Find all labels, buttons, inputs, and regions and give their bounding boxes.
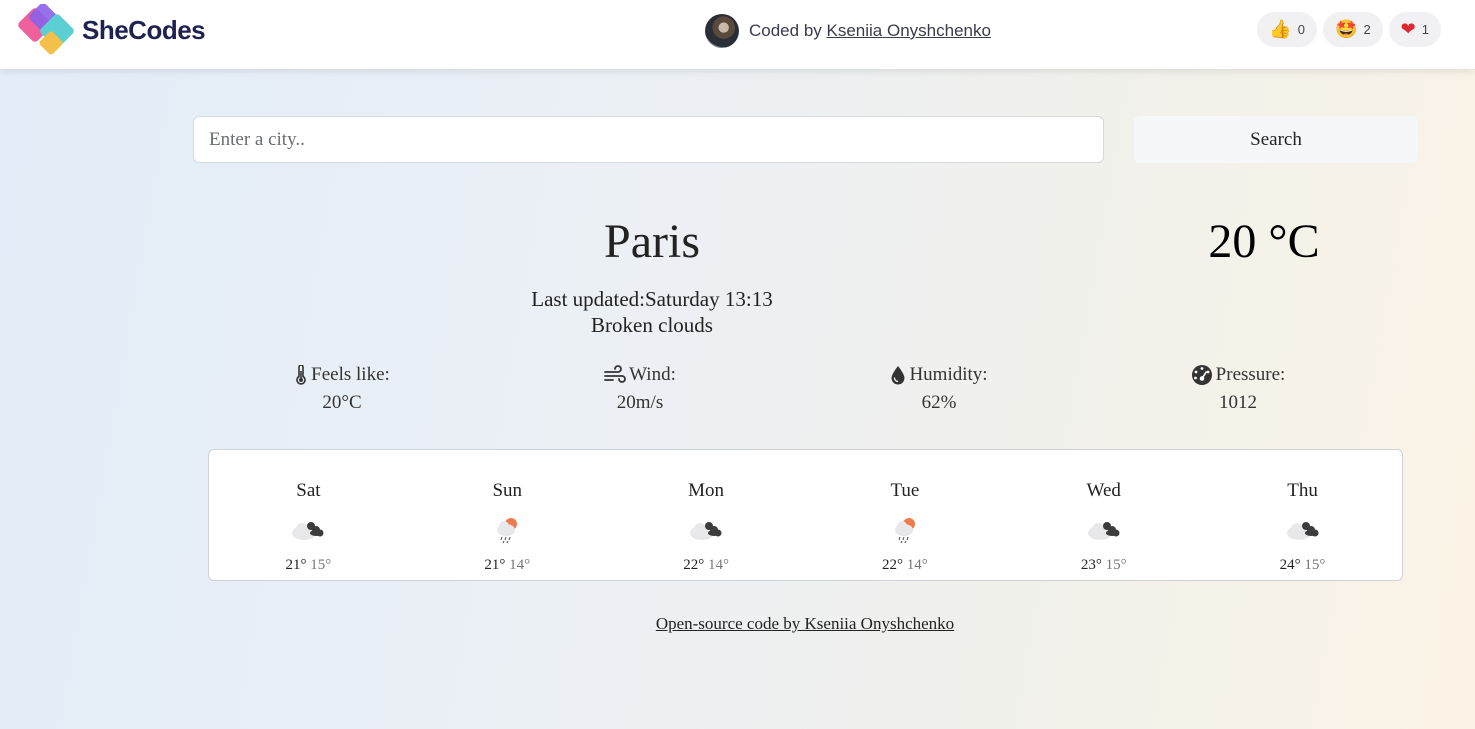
- stat-value: 62%: [921, 392, 957, 413]
- forecast-temps: 22° 14°: [805, 557, 1004, 574]
- forecast-min: 14°: [906, 557, 928, 573]
- forecast-temps: 23° 15°: [1004, 557, 1203, 574]
- rain-sun-icon: [497, 518, 518, 544]
- forecast-temps: 24° 15°: [1203, 557, 1402, 574]
- forecast-day: Sun 21° 14°: [408, 450, 607, 580]
- forecast-min: 15°: [310, 557, 332, 573]
- stat-label: Wind:: [629, 364, 676, 385]
- reaction-count: 1: [1421, 22, 1429, 37]
- forecast-day-name: Sun: [492, 480, 523, 501]
- author-credit: Coded by Kseniia Onyshchenko: [705, 13, 991, 49]
- broken-clouds-icon: [1286, 522, 1319, 540]
- reaction-count: 0: [1297, 22, 1306, 37]
- brand-name[interactable]: SheCodes: [82, 15, 206, 46]
- forecast-day: Thu 24° 15°: [1203, 450, 1402, 580]
- stat-value: 1012: [1219, 392, 1257, 413]
- star-struck-icon: 🤩: [1335, 18, 1358, 40]
- author-link[interactable]: Kseniia Onyshchenko: [827, 21, 991, 40]
- weather-summary: Last updated:Saturday 13:13 Broken cloud…: [452, 286, 852, 338]
- rain-sun-icon: [894, 518, 915, 544]
- forecast-day-name: Tue: [890, 480, 920, 501]
- droplet-icon: [891, 366, 905, 385]
- forecast-max: 24°: [1279, 557, 1301, 573]
- reactions-group: 👍 0 🤩 2 ❤ 1: [1257, 12, 1441, 47]
- forecast-day: Sat 21° 15°: [209, 450, 408, 580]
- stat-label: Pressure:: [1215, 364, 1286, 385]
- weather-description: Broken clouds: [591, 313, 713, 337]
- forecast-day: Wed 23° 15°: [1004, 450, 1203, 580]
- city-name: Paris: [604, 215, 700, 268]
- reaction-star-struck[interactable]: 🤩 2: [1323, 12, 1383, 47]
- forecast-temps: 22° 14°: [607, 557, 806, 574]
- reaction-count: 2: [1363, 22, 1371, 37]
- broken-clouds-icon: [1087, 522, 1120, 540]
- thermometer-icon: [296, 365, 306, 385]
- forecast-day-name: Sat: [296, 480, 321, 501]
- forecast-day-name: Wed: [1086, 480, 1121, 501]
- stat-wind: Wind: 20m/s: [540, 362, 740, 414]
- forecast-max: 21°: [285, 557, 307, 573]
- heart-icon: ❤: [1400, 18, 1416, 40]
- top-navigation-bar: SheCodes Coded by Kseniia Onyshchenko 👍 …: [0, 0, 1475, 69]
- forecast-day: Tue 22° 14°: [805, 450, 1004, 580]
- forecast-min: 14°: [707, 557, 729, 573]
- stat-label: Feels like:: [311, 364, 390, 385]
- forecast-max: 21°: [484, 557, 506, 573]
- author-avatar: [705, 14, 739, 48]
- forecast-min: 15°: [1304, 557, 1326, 573]
- forecast-max: 22°: [882, 557, 904, 573]
- coded-by-text: Coded by Kseniia Onyshchenko: [749, 21, 991, 40]
- search-button[interactable]: Search: [1134, 116, 1418, 163]
- forecast-min: 14°: [509, 557, 531, 573]
- forecast-max: 23°: [1080, 557, 1102, 573]
- broken-clouds-icon: [292, 522, 324, 540]
- gauge-icon: [1191, 365, 1212, 385]
- stat-humidity: Humidity: 62%: [839, 362, 1039, 414]
- open-source-link[interactable]: Open-source code by Kseniia Onyshchenko: [605, 614, 1005, 634]
- forecast-day-name: Thu: [1287, 480, 1318, 501]
- current-temperature: 20 °C: [1208, 215, 1320, 268]
- reaction-heart[interactable]: ❤ 1: [1388, 12, 1441, 47]
- stat-feels-like: Feels like: 20°C: [242, 362, 442, 414]
- forecast-day: Mon 22° 14°: [607, 450, 806, 580]
- stat-value: 20°C: [322, 392, 362, 413]
- thumbs-up-icon: 👍: [1269, 18, 1292, 40]
- stat-label: Humidity:: [909, 364, 988, 385]
- reaction-thumbs-up[interactable]: 👍 0: [1257, 12, 1318, 47]
- forecast-min: 15°: [1105, 557, 1127, 573]
- wind-icon: [604, 365, 626, 383]
- city-search-input[interactable]: [193, 116, 1104, 163]
- forecast-temps: 21° 14°: [408, 557, 607, 574]
- shecodes-logo-icon[interactable]: [18, 4, 78, 58]
- stat-value: 20m/s: [616, 392, 664, 413]
- forecast-day-name: Mon: [688, 480, 725, 501]
- stat-pressure: Pressure: 1012: [1138, 362, 1338, 414]
- broken-clouds-icon: [690, 522, 722, 540]
- forecast-max: 22°: [683, 557, 705, 573]
- forecast-temps: 21° 15°: [209, 557, 408, 574]
- last-updated-text: Last updated:Saturday 13:13: [531, 287, 773, 311]
- forecast-panel: Sat 21° 15° Sun 21° 14° Mon 22° 14° Tue …: [208, 449, 1403, 581]
